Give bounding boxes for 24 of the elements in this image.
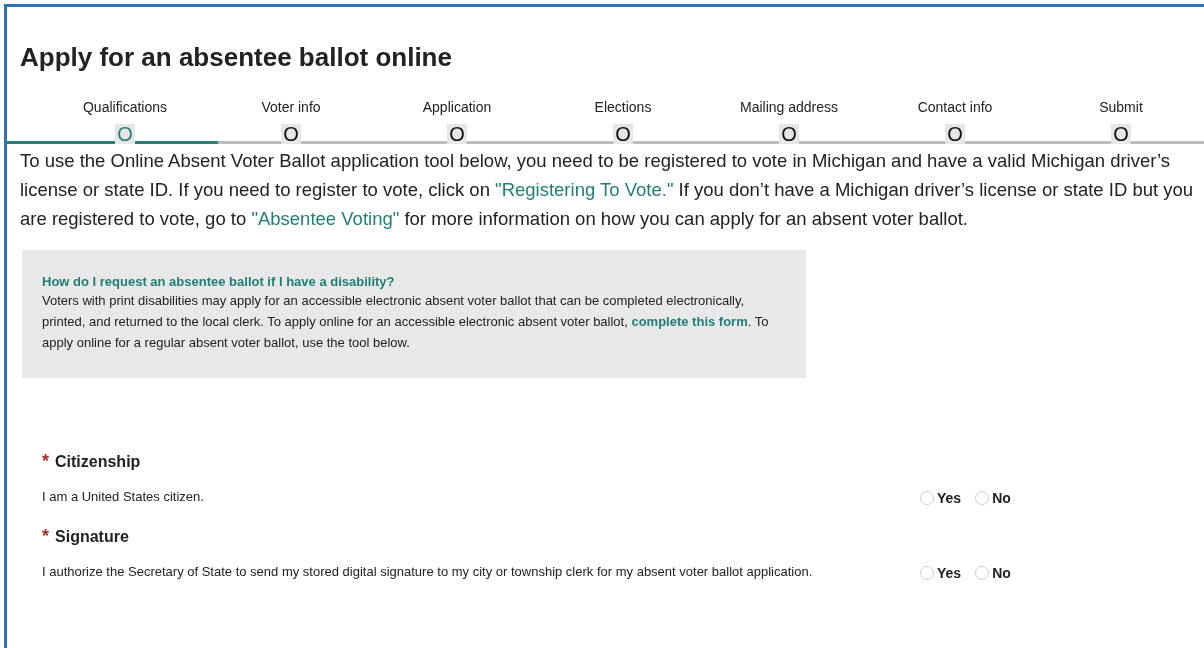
radio-option[interactable]: Yes	[920, 490, 962, 506]
callout-heading: How do I request an absentee ballot if I have a disability?	[42, 273, 396, 290]
page-title: Apply for an absentee ballot online	[20, 41, 453, 73]
question-text: I am a United States citizen.	[42, 488, 205, 506]
link[interactable]: complete this form	[631, 314, 748, 329]
link[interactable]: "Absentee Voting"	[251, 208, 400, 229]
required-mark: *	[42, 451, 49, 472]
required-mark: *	[42, 526, 49, 547]
question-label: Citizenship	[55, 453, 141, 471]
step-tab[interactable]: Qualifications O	[42, 98, 208, 144]
question-label: Signature	[55, 528, 129, 546]
radio-option[interactable]: Yes	[920, 565, 962, 581]
callout-text: Voters with print disabilities may apply for an accessible electronic absent voter ballot that can be completed electronically, printed, and returned to the local clerk. To apply online for an accessible electronic absent voter ballot, complete this form. To apply online for a regular absent voter ballot, use the tool below.	[42, 292, 770, 352]
step-tab[interactable]: Contact info O	[872, 98, 1038, 144]
step-tab[interactable]: Submit O	[1038, 98, 1204, 144]
step-tab[interactable]: Elections O	[540, 98, 706, 144]
step-tab[interactable]: Application O	[374, 98, 540, 144]
step-tab[interactable]: Mailing address O	[706, 98, 872, 144]
intro-text: To use the Online Absent Voter Ballot application tool below, you need to be registered to vote in Michigan and have a valid Michigan driver’s license or state ID. If you need to register to vote, click on "Registering To Vote." If you don’t have a Michigan driver’s license or state ID but you are registered to vote, go to "Absentee Voting" for more information on how you can apply for an absent voter ballot.	[20, 149, 1195, 231]
radio-option[interactable]: No	[975, 490, 1011, 506]
radio-option[interactable]: No	[975, 565, 1011, 581]
link[interactable]: "Registering To Vote."	[495, 179, 674, 200]
question-text: I authorize the Secretary of State to send my stored digital signature to my city or township clerk for my absent voter ballot application.	[42, 563, 814, 581]
step-tab[interactable]: Voter info O	[208, 98, 374, 144]
